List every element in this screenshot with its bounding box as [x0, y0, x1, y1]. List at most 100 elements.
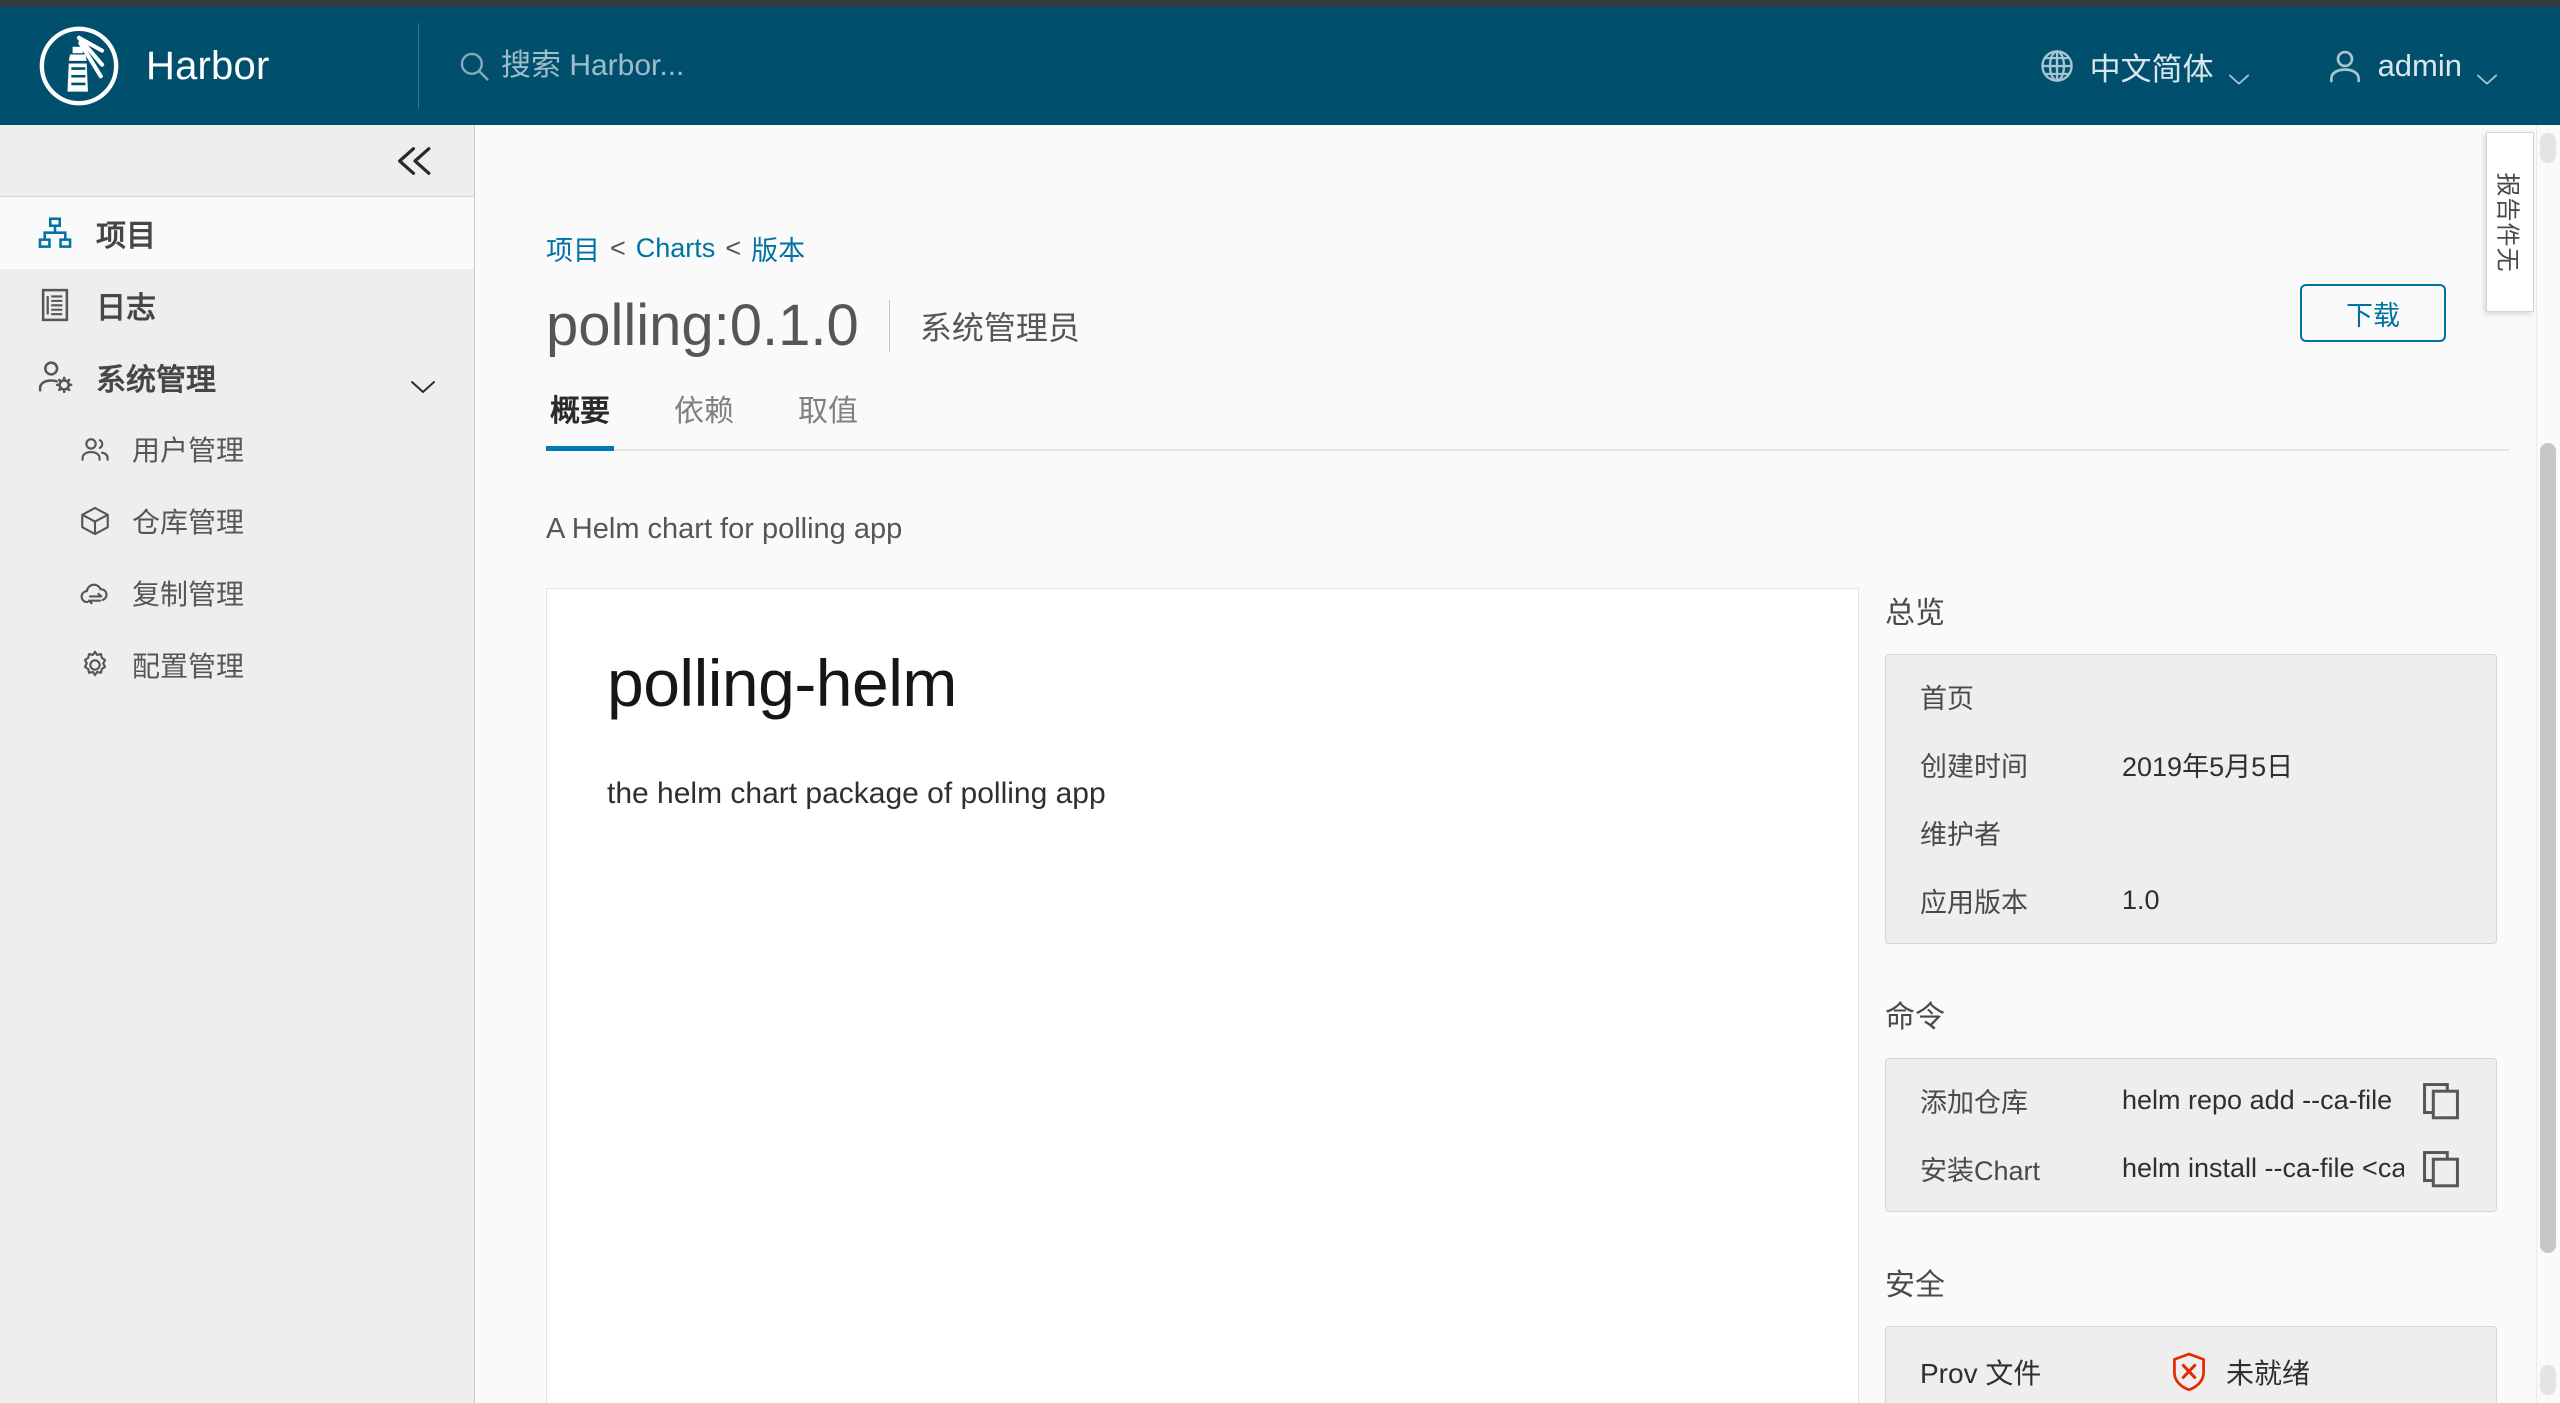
search-box[interactable]: [457, 7, 2038, 125]
page-subtitle: 系统管理员: [919, 309, 1080, 346]
user-label: admin: [2377, 48, 2462, 83]
breadcrumb: 项目 < Charts < 版本: [546, 229, 2536, 268]
users-icon: [78, 432, 112, 466]
log-icon: [36, 286, 74, 324]
summary-value: 2019年5月5日: [2122, 752, 2294, 783]
sidebar-item-projects[interactable]: 项目: [0, 197, 474, 269]
detail-rail: 总览 首页 创建时间 2019年5月5日 维护者 应用版本 1.0 命令 添加仓…: [1885, 588, 2497, 1403]
sidebar-item-logs[interactable]: 日志: [0, 269, 474, 341]
sidebar-sub-label: 复制管理: [132, 579, 245, 610]
security-row-prov-file: Prov 文件 未就绪: [1886, 1335, 2496, 1403]
sidebar-item-replications[interactable]: 复制管理: [0, 557, 474, 629]
security-title: 安全: [1885, 1268, 1945, 1302]
security-card: Prov 文件 未就绪: [1885, 1325, 2497, 1403]
tab-summary[interactable]: 概要: [546, 386, 614, 451]
tab-dependencies[interactable]: 依赖: [670, 386, 738, 451]
command-key: 安装Chart: [1920, 1156, 2041, 1187]
language-label: 中文简体: [2089, 51, 2214, 87]
sidebar-item-registries[interactable]: 仓库管理: [0, 485, 474, 557]
user-menu[interactable]: admin: [2326, 47, 2498, 85]
admin-user-icon: [36, 358, 74, 396]
sidebar-item-users[interactable]: 用户管理: [0, 413, 474, 485]
command-key: 添加仓库: [1920, 1088, 2028, 1119]
double-chevron-left-icon[interactable]: [390, 139, 440, 183]
tab-bar: 概要 依赖 取值: [546, 386, 2509, 451]
projects-icon: [36, 214, 74, 252]
cloud-sync-icon: [78, 576, 112, 610]
app-header: Harbor 中文简体: [0, 7, 2560, 125]
readme-heading: polling-helm: [607, 645, 957, 720]
summary-key: 应用版本: [1920, 888, 2028, 919]
sidebar-item-label: 日志: [96, 292, 156, 325]
chevron-down-icon: [2228, 59, 2250, 85]
breadcrumb-item-charts[interactable]: Charts: [636, 233, 716, 264]
summary-section: 总览 首页 创建时间 2019年5月5日 维护者 应用版本 1.0: [1885, 588, 2497, 944]
command-row-add-repo: 添加仓库 helm repo add --ca-file: [1886, 1067, 2496, 1135]
sidebar-header: [0, 125, 474, 197]
sidebar-item-label: 系统管理: [96, 364, 216, 397]
search-input[interactable]: [501, 45, 1121, 87]
window-top-edge: [0, 0, 2560, 7]
globe-icon: [2038, 47, 2076, 85]
scrollbar-cap-bottom: [2540, 1365, 2556, 1395]
vertical-scrollbar-track[interactable]: [2536, 125, 2560, 1403]
sidebar-item-configuration[interactable]: 配置管理: [0, 629, 474, 701]
copy-icon[interactable]: [2420, 1080, 2462, 1122]
commands-card: 添加仓库 helm repo add --ca-file 安装Chart hel…: [1885, 1057, 2497, 1212]
brand-title: Harbor: [146, 43, 270, 88]
cube-icon: [78, 504, 112, 538]
summary-row-created: 创建时间 2019年5月5日: [1886, 731, 2496, 799]
feedback-side-tab-label: 报告件无: [2493, 172, 2521, 272]
search-icon: [457, 49, 491, 83]
sidebar-item-administration[interactable]: 系统管理: [0, 341, 474, 413]
chart-description: A Helm chart for polling app: [546, 512, 903, 545]
tab-values[interactable]: 取值: [794, 386, 862, 451]
download-button[interactable]: 下载: [2300, 284, 2446, 342]
gear-icon: [78, 648, 112, 682]
breadcrumb-separator: <: [610, 233, 626, 263]
security-key: Prov 文件: [1920, 1357, 2042, 1389]
language-selector[interactable]: 中文简体: [2038, 44, 2250, 89]
sidebar-item-label: 项目: [96, 220, 156, 253]
brand[interactable]: Harbor: [0, 7, 418, 125]
harbor-lighthouse-logo-icon: [38, 25, 120, 107]
header-divider: [418, 23, 419, 109]
summary-value: 1.0: [2122, 885, 2160, 916]
summary-row-maintainers: 维护者: [1886, 799, 2496, 867]
summary-key: 首页: [1920, 684, 1974, 715]
breadcrumb-item-projects[interactable]: 项目: [546, 229, 600, 268]
vertical-scrollbar-thumb[interactable]: [2540, 443, 2556, 1253]
commands-title: 命令: [1885, 1000, 1945, 1034]
summary-key: 创建时间: [1920, 752, 2028, 783]
main-content: 项目 < Charts < 版本 polling:0.1.0 系统管理员 下载 …: [476, 125, 2536, 1403]
security-section: 安全 Prov 文件 未就绪: [1885, 1260, 2497, 1403]
summary-row-home: 首页: [1886, 663, 2496, 731]
command-row-install-chart: 安装Chart helm install --ca-file <ca: [1886, 1135, 2496, 1203]
summary-title: 总览: [1885, 596, 1945, 630]
shield-x-icon: [2170, 1351, 2208, 1393]
title-divider: [888, 299, 890, 352]
command-value: helm install --ca-file <ca: [2122, 1153, 2404, 1184]
summary-row-app-version: 应用版本 1.0: [1886, 867, 2496, 935]
chevron-down-icon[interactable]: [410, 369, 436, 393]
user-icon: [2326, 47, 2364, 85]
sidebar: 项目 日志 系统管理 用户管理 仓库管理 复制管理 配置管理: [0, 125, 475, 1403]
header-actions: 中文简体 admin: [2038, 7, 2560, 125]
status-badge: 未就绪: [2170, 1351, 2310, 1393]
commands-section: 命令 添加仓库 helm repo add --ca-file 安装Chart …: [1885, 992, 2497, 1212]
breadcrumb-item-versions[interactable]: 版本: [751, 229, 805, 268]
page-title: polling:0.1.0: [546, 293, 859, 358]
sidebar-sub-label: 配置管理: [132, 651, 245, 682]
summary-key: 维护者: [1920, 820, 2001, 851]
status-text: 未就绪: [2226, 1357, 2311, 1389]
summary-card: 首页 创建时间 2019年5月5日 维护者 应用版本 1.0: [1885, 653, 2497, 944]
readme-card: polling-helm the helm chart package of p…: [546, 587, 1859, 1403]
breadcrumb-separator: <: [725, 233, 742, 263]
scrollbar-cap-top: [2540, 133, 2556, 163]
copy-icon[interactable]: [2420, 1148, 2462, 1190]
title-row: polling:0.1.0 系统管理员 下载: [546, 284, 2536, 358]
feedback-side-tab[interactable]: 报告件无: [2486, 132, 2534, 312]
command-value: helm repo add --ca-file: [2122, 1085, 2393, 1116]
sidebar-sub-label: 用户管理: [132, 435, 245, 466]
body-grid: polling-helm the helm chart package of p…: [546, 587, 2536, 1403]
